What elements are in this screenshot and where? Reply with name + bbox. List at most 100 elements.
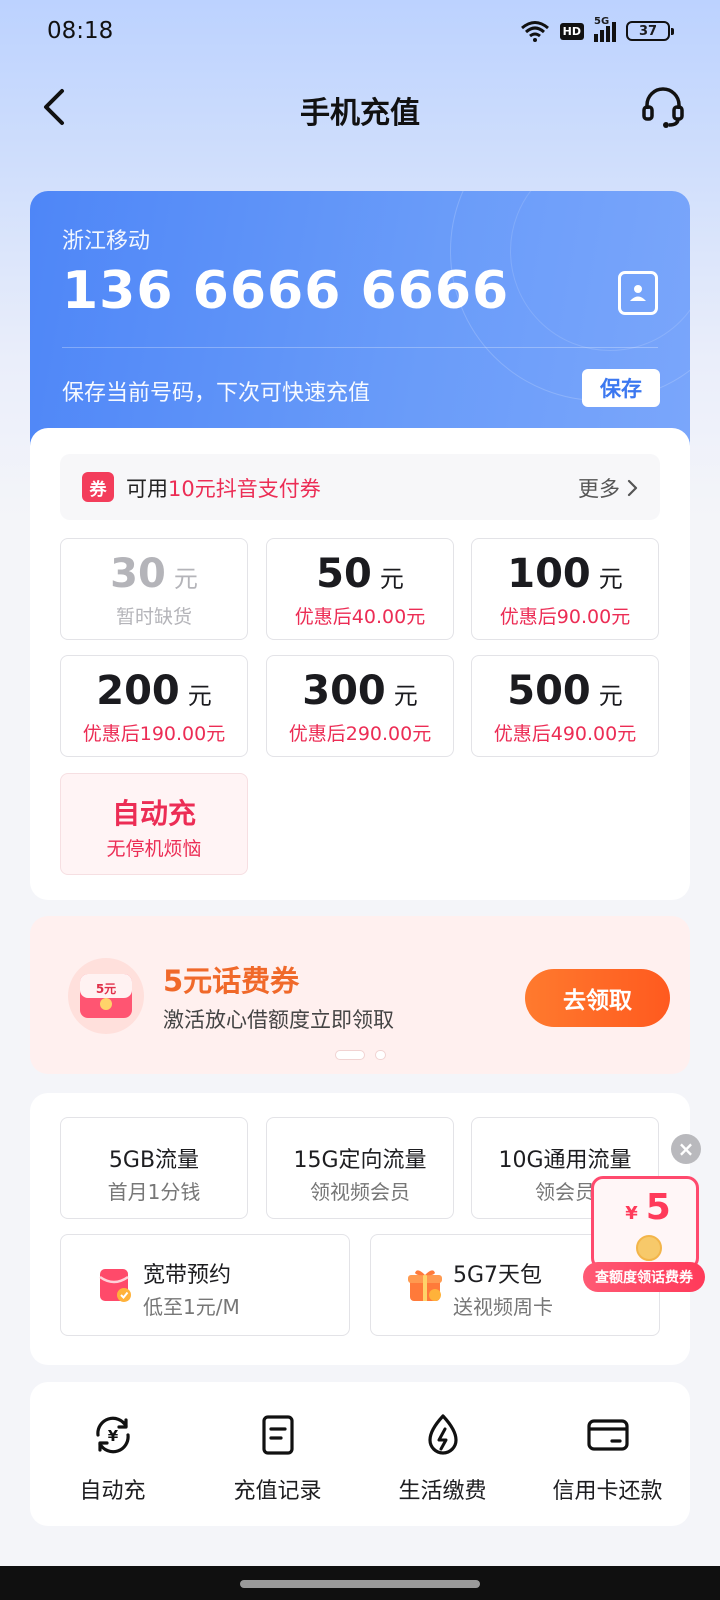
amount-value: 500 元 (472, 668, 658, 714)
amount-option-200[interactable]: 200 元 优惠后190.00元 (60, 655, 248, 757)
coupon-prefix: 可用 (126, 477, 168, 501)
auto-recharge-subtext: 无停机烦恼 (106, 838, 202, 860)
amount-unit: 元 (379, 565, 404, 593)
coupon-highlight: 10元抖音支付券 (168, 477, 321, 501)
page-title: 手机充值 (300, 96, 420, 131)
floating-coupon-label: 查额度领话费券 (583, 1262, 705, 1292)
amount-number: 100 (507, 551, 591, 597)
amount-value: 50 元 (267, 551, 453, 597)
customer-service-button[interactable] (636, 80, 690, 134)
service-credit-card[interactable]: 信用卡还款 (525, 1382, 690, 1526)
pack-option-5gb[interactable]: 5GB流量 首月1分钱 (60, 1117, 248, 1219)
red-envelope-icon (99, 1269, 131, 1302)
amount-option-50[interactable]: 50 元 优惠后40.00元 (266, 538, 454, 640)
pack-option-15g[interactable]: 15G定向流量 领视频会员 (266, 1117, 454, 1219)
currency-symbol: ¥ (625, 1203, 638, 1224)
headset-icon (642, 87, 684, 128)
amount-unit: 元 (598, 565, 623, 593)
amount-value: 30 元 (61, 551, 247, 597)
amount-value: 200 元 (61, 668, 247, 714)
amount-value: 300 元 (267, 668, 453, 714)
promo-title: 5元话费券 (163, 964, 300, 998)
service-auto-recharge[interactable]: ¥ 自动充 (30, 1382, 195, 1526)
pack-wide-subtitle: 送视频周卡 (453, 1295, 553, 1319)
coupon-tag-icon: 券 (82, 472, 114, 502)
amount-unit: 元 (598, 682, 623, 710)
promo-icon-text: 5元 (95, 981, 117, 996)
service-label: 充值记录 (233, 1479, 322, 1504)
gift-icon (408, 1270, 442, 1301)
service-utility-payment[interactable]: 生活缴费 (360, 1382, 525, 1526)
pack-wide-subtitle: 低至1元/M (143, 1295, 240, 1319)
coupon-more-link[interactable]: 更多 (578, 473, 638, 503)
hd-badge: HD (559, 22, 584, 40)
amount-panel: 券 可用10元抖音支付券 更多 30 元 暂时缺货 50 元 优惠后40.00元… (30, 428, 690, 900)
service-label: 自动充 (79, 1479, 146, 1504)
phone-account-card: 浙江移动 136 6666 6666 保存当前号码，下次可快速充值 保存 (30, 191, 690, 451)
claim-button[interactable]: 去领取 (525, 969, 670, 1027)
utility-icon (427, 1414, 458, 1455)
save-hint: 保存当前号码，下次可快速充值 (62, 381, 371, 406)
pack-subtitle: 首月1分钱 (107, 1180, 201, 1204)
amount-subtext: 优惠后190.00元 (82, 723, 226, 745)
coin-icon (636, 1235, 662, 1261)
services-panel: ¥ 自动充 充值记录 生活缴费 信用卡还款 (30, 1382, 690, 1526)
service-recharge-record[interactable]: 充值记录 (195, 1382, 360, 1526)
amount-unit: 元 (187, 682, 212, 710)
status-bar: 08:18 HD 5G 37 (0, 0, 720, 64)
chevron-right-icon (627, 479, 638, 497)
svg-text:¥: ¥ (107, 1427, 118, 1445)
phone-number[interactable]: 136 6666 6666 (62, 261, 509, 321)
coupon-bar[interactable]: 券 可用10元抖音支付券 更多 (60, 454, 660, 520)
floating-coupon-value: ¥5 (594, 1187, 702, 1228)
auto-recharge-icon: ¥ (95, 1416, 130, 1454)
coupon-text: 可用10元抖音支付券 (126, 473, 321, 503)
promo-pagination (0, 1050, 720, 1060)
amount-number: 500 (507, 668, 591, 714)
amount-subtext: 优惠后290.00元 (288, 723, 432, 745)
auto-recharge-option[interactable]: 自动充 无停机烦恼 (60, 773, 248, 875)
back-button[interactable] (30, 82, 80, 132)
broadband-booking-option[interactable]: 宽带预约 低至1元/M (60, 1234, 350, 1336)
pack-title: 5GB流量 (108, 1148, 200, 1173)
contact-icon (630, 285, 646, 301)
save-number-button[interactable]: 保存 (582, 369, 660, 407)
floating-coupon-box: ¥5 (591, 1176, 699, 1270)
amount-number: 30 (110, 551, 166, 597)
amount-option-500[interactable]: 500 元 优惠后490.00元 (471, 655, 659, 757)
amount-number: 200 (96, 668, 180, 714)
pagination-dot[interactable] (374, 1050, 386, 1060)
pack-subtitle: 领视频会员 (310, 1180, 410, 1204)
floating-coupon[interactable]: ¥5 查额度领话费券 (583, 1176, 705, 1298)
amount-subtext: 暂时缺货 (115, 606, 192, 628)
credit-card-icon (586, 1419, 629, 1451)
contacts-button[interactable] (618, 271, 658, 315)
amount-option-100[interactable]: 100 元 优惠后90.00元 (471, 538, 659, 640)
coupon-more-label: 更多 (578, 477, 620, 501)
pagination-dot-active[interactable] (334, 1050, 365, 1060)
battery-icon: 37 (626, 21, 674, 41)
amount-option-300[interactable]: 300 元 优惠后290.00元 (266, 655, 454, 757)
coupon-envelope-icon: 5元 (68, 958, 144, 1034)
record-icon (261, 1415, 294, 1455)
auto-recharge-title: 自动充 (111, 797, 196, 830)
pack-title: 15G定向流量 (293, 1148, 427, 1173)
status-icons: HD 5G 37 (520, 16, 674, 42)
amount-number: 300 (302, 668, 386, 714)
chevron-left-icon (44, 89, 64, 125)
amount-unit: 元 (173, 565, 198, 593)
amount-subtext: 优惠后40.00元 (294, 606, 426, 628)
floating-coupon-close-button[interactable]: × (671, 1134, 701, 1164)
home-indicator[interactable] (240, 1580, 480, 1588)
header: 手机充值 (0, 70, 720, 144)
pack-wide-title: 5G7天包 (453, 1263, 543, 1288)
service-label: 信用卡还款 (552, 1479, 663, 1504)
pack-title: 10G通用流量 (498, 1148, 632, 1173)
coupon-amount: 5 (645, 1187, 671, 1228)
signal-icon: 5G (594, 16, 616, 42)
amount-option-30[interactable]: 30 元 暂时缺货 (60, 538, 248, 640)
network-type: 5G (594, 16, 610, 27)
card-divider (62, 347, 658, 348)
amount-value: 100 元 (472, 551, 658, 597)
wifi-icon (520, 21, 549, 42)
